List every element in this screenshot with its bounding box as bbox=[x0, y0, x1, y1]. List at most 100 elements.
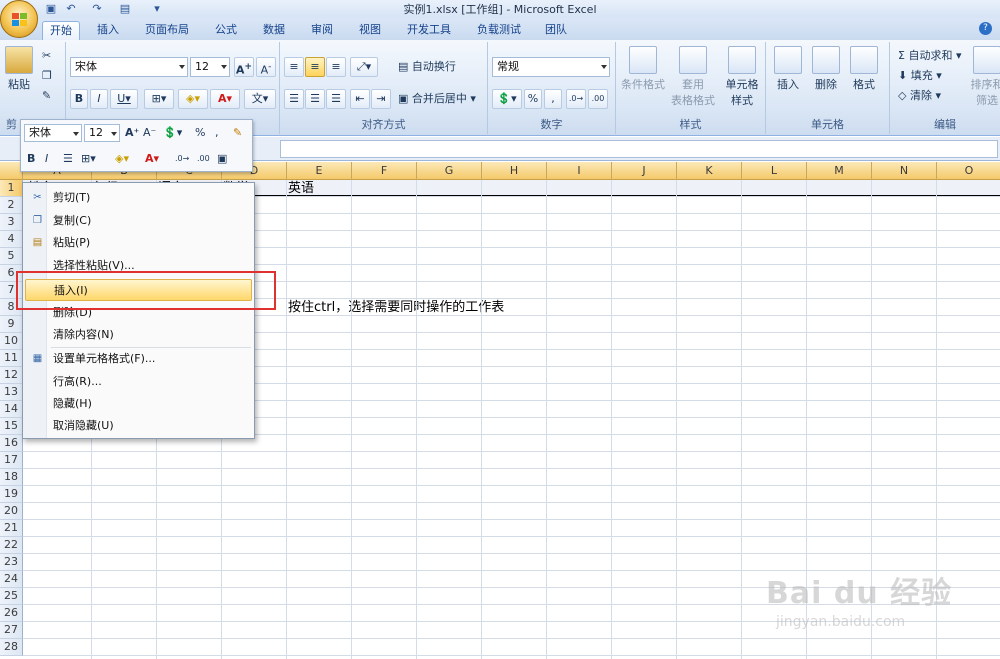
mini-border-icon[interactable]: ⊞▾ bbox=[81, 151, 96, 167]
row-header-23[interactable]: 23 bbox=[0, 554, 23, 571]
align-top-icon[interactable]: ≡ bbox=[284, 57, 304, 77]
row-header-19[interactable]: 19 bbox=[0, 486, 23, 503]
clear-button[interactable]: ◇ 清除 ▾ bbox=[898, 88, 941, 104]
merge-center-button[interactable]: ▣ 合并后居中 ▾ bbox=[398, 91, 476, 107]
align-center-icon[interactable]: ☰ bbox=[305, 89, 325, 109]
row-header-11[interactable]: 11 bbox=[0, 350, 23, 367]
increase-decimal-icon[interactable]: .0→ bbox=[566, 89, 586, 109]
mini-font-color-icon[interactable]: A▾ bbox=[145, 151, 159, 167]
mini-fill-color-icon[interactable]: ◈▾ bbox=[115, 151, 129, 167]
font-color-icon[interactable]: A▾ bbox=[210, 89, 240, 109]
insert-cells-button[interactable]: 插入 bbox=[770, 46, 806, 92]
cut-icon[interactable]: ✂ bbox=[42, 48, 51, 64]
row-header-27[interactable]: 27 bbox=[0, 622, 23, 639]
row-header-18[interactable]: 18 bbox=[0, 469, 23, 486]
sort-filter-button[interactable]: 排序和 筛选 bbox=[970, 46, 1000, 108]
mini-comma-button[interactable]: , bbox=[215, 125, 219, 141]
tab-insert[interactable]: 插入 bbox=[90, 21, 126, 40]
cell-styles-button[interactable]: 单元格 样式 bbox=[720, 46, 764, 108]
mini-shrink-font-icon[interactable]: A⁻ bbox=[143, 125, 156, 141]
row-header-28[interactable]: 28 bbox=[0, 639, 23, 656]
mini-bold-icon[interactable]: B bbox=[27, 151, 35, 167]
menu-item-hide[interactable]: 隐藏(H) bbox=[25, 393, 252, 415]
align-left-icon[interactable]: ☰ bbox=[284, 89, 304, 109]
row-header-2[interactable]: 2 bbox=[0, 197, 23, 214]
office-button[interactable] bbox=[0, 0, 38, 38]
mini-increase-decimal-icon[interactable]: .0→ bbox=[175, 151, 189, 167]
row-header-24[interactable]: 24 bbox=[0, 571, 23, 588]
menu-item-paste[interactable]: ▤ 粘贴(P) bbox=[25, 232, 252, 254]
row-header-4[interactable]: 4 bbox=[0, 231, 23, 248]
mini-merge-icon[interactable]: ▣ bbox=[217, 151, 227, 167]
autosum-button[interactable]: Σ 自动求和 ▾ bbox=[898, 48, 961, 64]
number-format-combo[interactable]: 常规 bbox=[492, 57, 610, 77]
align-middle-icon[interactable]: ≡ bbox=[305, 57, 325, 77]
tab-data[interactable]: 数据 bbox=[256, 21, 292, 40]
column-header-k[interactable]: K bbox=[677, 162, 742, 180]
tab-page-layout[interactable]: 页面布局 bbox=[138, 21, 196, 40]
row-header-25[interactable]: 25 bbox=[0, 588, 23, 605]
tab-team[interactable]: 团队 bbox=[538, 21, 574, 40]
currency-icon[interactable]: 💲▾ bbox=[492, 89, 522, 109]
row-header-26[interactable]: 26 bbox=[0, 605, 23, 622]
mini-percent-button[interactable]: % bbox=[195, 125, 205, 141]
copy-icon[interactable]: ❐ bbox=[42, 68, 52, 84]
column-header-l[interactable]: L bbox=[742, 162, 807, 180]
percent-button[interactable]: % bbox=[524, 89, 542, 109]
menu-item-format-cells[interactable]: ▦ 设置单元格格式(F)... bbox=[25, 348, 252, 370]
bold-icon[interactable]: B bbox=[70, 89, 88, 109]
column-header-g[interactable]: G bbox=[417, 162, 482, 180]
mini-grow-font-icon[interactable]: A⁺ bbox=[125, 125, 139, 141]
fill-color-icon[interactable]: ◈▾ bbox=[178, 89, 208, 109]
paste-button[interactable]: 粘贴 bbox=[4, 46, 34, 92]
formula-input[interactable] bbox=[280, 140, 998, 158]
font-name-combo[interactable]: 宋体 bbox=[70, 57, 188, 77]
column-header-m[interactable]: M bbox=[807, 162, 872, 180]
format-cells-button[interactable]: 格式 bbox=[846, 46, 882, 92]
tab-load-test[interactable]: 负载测试 bbox=[470, 21, 528, 40]
row-header-22[interactable]: 22 bbox=[0, 537, 23, 554]
format-as-table-button[interactable]: 套用 表格格式 bbox=[668, 46, 718, 108]
mini-format-painter-icon[interactable]: ✎ bbox=[233, 125, 242, 141]
menu-item-clear-contents[interactable]: 清除内容(N) bbox=[25, 324, 252, 346]
format-painter-icon[interactable]: ✎ bbox=[42, 88, 51, 104]
menu-item-row-height[interactable]: 行高(R)... bbox=[25, 371, 252, 393]
column-header-i[interactable]: I bbox=[547, 162, 612, 180]
decrease-indent-icon[interactable]: ⇤ bbox=[350, 89, 370, 109]
row-header-9[interactable]: 9 bbox=[0, 316, 23, 333]
wrap-text-button[interactable]: ▤ 自动换行 bbox=[398, 59, 456, 75]
tab-review[interactable]: 审阅 bbox=[304, 21, 340, 40]
font-size-combo[interactable]: 12 bbox=[190, 57, 230, 77]
row-header-12[interactable]: 12 bbox=[0, 367, 23, 384]
column-header-e[interactable]: E bbox=[287, 162, 352, 180]
mini-center-icon[interactable]: ☰ bbox=[63, 151, 73, 167]
comma-button[interactable]: , bbox=[544, 89, 562, 109]
italic-icon[interactable]: I bbox=[90, 89, 108, 109]
help-icon[interactable]: ? bbox=[979, 22, 992, 35]
cell-e8-note[interactable]: 按住ctrl，选择需要同时操作的工作表 bbox=[288, 300, 504, 316]
mini-italic-icon[interactable]: I bbox=[45, 151, 48, 167]
fill-button[interactable]: ⬇ 填充 ▾ bbox=[898, 68, 942, 84]
orientation-icon[interactable]: ⤢▾ bbox=[350, 57, 378, 77]
border-icon[interactable]: ⊞▾ bbox=[144, 89, 174, 109]
menu-item-cut[interactable]: ✂ 剪切(T) bbox=[25, 187, 252, 209]
align-right-icon[interactable]: ☰ bbox=[326, 89, 346, 109]
row-header-13[interactable]: 13 bbox=[0, 384, 23, 401]
underline-icon[interactable]: U▾ bbox=[110, 89, 138, 109]
menu-item-unhide[interactable]: 取消隐藏(U) bbox=[25, 415, 252, 437]
column-header-n[interactable]: N bbox=[872, 162, 937, 180]
column-header-f[interactable]: F bbox=[352, 162, 417, 180]
delete-cells-button[interactable]: 删除 bbox=[808, 46, 844, 92]
phonetic-icon[interactable]: 文▾ bbox=[244, 89, 276, 109]
row-header-21[interactable]: 21 bbox=[0, 520, 23, 537]
row-header-5[interactable]: 5 bbox=[0, 248, 23, 265]
row-header-16[interactable]: 16 bbox=[0, 435, 23, 452]
mini-size-combo[interactable]: 12 bbox=[84, 124, 120, 142]
conditional-format-button[interactable]: 条件格式 bbox=[620, 46, 666, 92]
align-bottom-icon[interactable]: ≡ bbox=[326, 57, 346, 77]
row-header-1[interactable]: 1 bbox=[0, 180, 23, 197]
row-header-14[interactable]: 14 bbox=[0, 401, 23, 418]
tab-home[interactable]: 开始 bbox=[42, 21, 80, 40]
column-header-h[interactable]: H bbox=[482, 162, 547, 180]
tab-view[interactable]: 视图 bbox=[352, 21, 388, 40]
